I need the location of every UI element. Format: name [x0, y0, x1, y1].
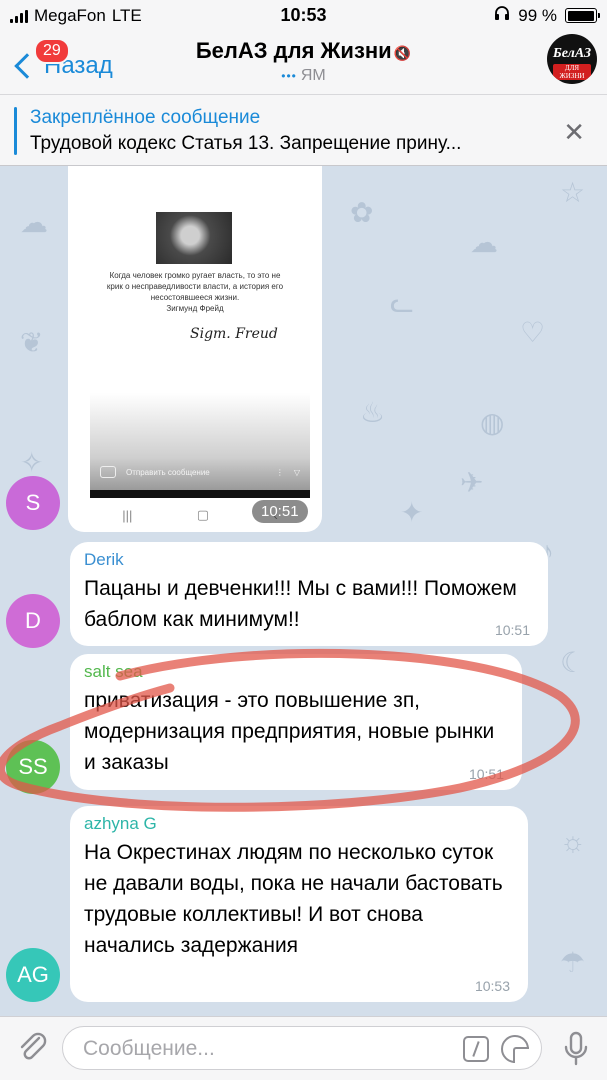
- screenshot-image[interactable]: Когда человек громко ругает власть, то э…: [90, 166, 310, 490]
- message-time: 10:51: [494, 622, 530, 638]
- message-time: 10:53: [474, 978, 510, 994]
- close-icon[interactable]: ✕: [563, 117, 585, 148]
- image-quote: Когда человек громко ругает власть, то э…: [106, 270, 284, 314]
- phone-nav-strip: [90, 490, 310, 498]
- moon-icon: ☾: [560, 647, 586, 678]
- recents-icon: |||: [122, 507, 133, 523]
- send-icon: ▽: [293, 467, 300, 477]
- attach-icon[interactable]: [14, 1029, 50, 1065]
- avatar-logo-subtext: ДЛЯ ЖИЗНИ: [553, 64, 591, 80]
- sticker-icon[interactable]: [501, 1035, 529, 1063]
- bicycle-icon: ♨: [360, 397, 386, 428]
- home-icon: ▢: [196, 507, 210, 522]
- battery-icon: [565, 8, 600, 23]
- chat-title[interactable]: БелАЗ для Жизни 🔇: [0, 38, 607, 64]
- pinned-message[interactable]: Закреплённое сообщение Трудовой кодекс С…: [0, 94, 607, 166]
- camera-icon: [100, 466, 116, 478]
- umbrella-icon: ☂: [560, 947, 586, 978]
- story-reply-placeholder: Отправить сообщение: [126, 467, 210, 477]
- message-text: На Окрестинах людям по несколько суток н…: [84, 841, 503, 957]
- chat-status: ••• ЯМ: [0, 67, 607, 85]
- battery-percent: 99 %: [518, 5, 557, 25]
- leaf-icon: ❦: [20, 327, 44, 358]
- message-text: приватизация - это повышение зп, модерни…: [84, 689, 495, 774]
- cloud-icon: ☁: [470, 227, 498, 258]
- avatar-logo-text: БелАЗ: [552, 46, 592, 61]
- quote-author: Зигмунд Фрейд: [166, 304, 224, 313]
- status-right: 99 %: [494, 5, 600, 26]
- avatar[interactable]: S: [6, 476, 60, 530]
- microphone-icon[interactable]: [563, 1031, 589, 1067]
- plane-icon: ✈: [460, 467, 484, 498]
- signature: Sigm. Freud: [190, 326, 278, 342]
- bot-command-icon[interactable]: [463, 1036, 489, 1062]
- ball-icon: ◍: [480, 407, 505, 438]
- chat-area[interactable]: ☁ ✿ ☁ ☆ ᓚ ♡ ❦ ♨ ◍ ✦ ♪ ✧ ✈ ☾ ☼ ☂ Когда че…: [0, 166, 607, 1016]
- flower-icon: ✿: [350, 197, 374, 228]
- message-bubble[interactable]: salt sea приватизация - это повышение зп…: [70, 654, 522, 790]
- channel-avatar[interactable]: БелАЗ ДЛЯ ЖИЗНИ: [547, 34, 597, 84]
- portrait-photo: [156, 212, 232, 264]
- message-time: 10:51: [468, 766, 504, 782]
- typing-indicator-icon: •••: [281, 69, 297, 83]
- balloon-icon: ☁: [20, 207, 48, 238]
- heart-icon: ♡: [520, 317, 546, 348]
- pinned-text: Трудовой кодекс Статья 13. Запрещение пр…: [30, 133, 462, 154]
- image-message-bubble[interactable]: Когда человек громко ругает власть, то э…: [68, 166, 322, 532]
- sender-name[interactable]: Derik: [84, 550, 534, 570]
- pinned-title: Закреплённое сообщение: [30, 107, 261, 128]
- message-input-bar: Сообщение...: [0, 1016, 607, 1080]
- dog-icon: ✦: [400, 497, 424, 528]
- sender-name[interactable]: azhyna G: [84, 814, 514, 834]
- paw-icon: ✧: [20, 447, 44, 478]
- avatar[interactable]: AG: [6, 948, 60, 1002]
- cat-icon: ᓚ: [390, 287, 414, 318]
- message-placeholder: Сообщение...: [83, 1037, 215, 1060]
- typing-user: ЯМ: [300, 67, 326, 84]
- avatar[interactable]: SS: [6, 740, 60, 794]
- sender-name[interactable]: salt sea: [84, 662, 508, 682]
- quote-text: Когда человек громко ругает власть, то э…: [106, 271, 284, 302]
- pinned-accent-bar: [14, 107, 17, 155]
- message-bubble[interactable]: azhyna G На Окрестинах людям по нескольк…: [70, 806, 528, 1002]
- message-bubble[interactable]: Derik Пацаны и девченки!!! Мы с вами!!! …: [70, 542, 548, 646]
- chat-title-text: БелАЗ для Жизни: [195, 38, 392, 63]
- chat-header: Назад 29 БелАЗ для Жизни 🔇 ••• ЯМ БелАЗ ДЛ…: [0, 32, 607, 94]
- more-icon: ⋮: [275, 467, 284, 477]
- story-reply-bar: Отправить сообщение ⋮ ▽: [90, 456, 310, 488]
- message-input[interactable]: Сообщение...: [62, 1026, 542, 1070]
- star-icon: ☆: [560, 177, 586, 208]
- message-time: 10:51: [252, 500, 308, 523]
- muted-icon: 🔇: [393, 45, 412, 61]
- avatar[interactable]: D: [6, 594, 60, 648]
- status-bar: MegaFon LTE 10:53 99 %: [0, 0, 607, 32]
- message-text: Пацаны и девченки!!! Мы с вами!!! Поможе…: [84, 577, 517, 631]
- sun-icon: ☼: [560, 826, 586, 857]
- headphones-icon: [494, 5, 510, 26]
